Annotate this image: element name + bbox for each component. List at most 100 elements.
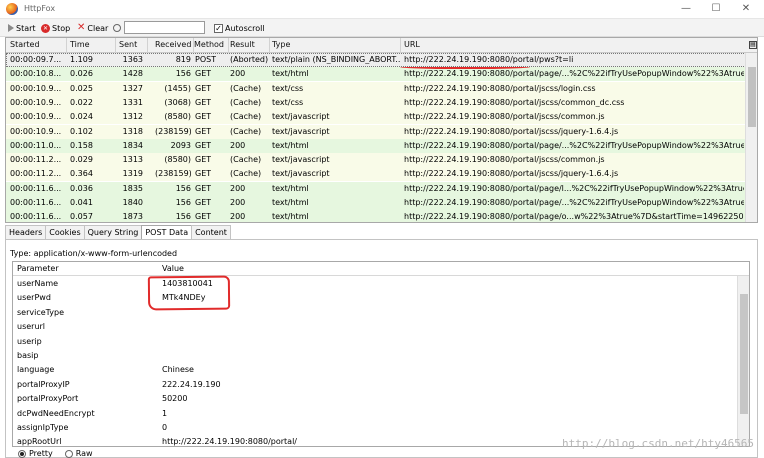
cell-received: (8580) xyxy=(164,112,191,122)
cell-received: (238159) xyxy=(155,126,191,136)
tab-content[interactable]: Content xyxy=(191,225,231,239)
param-name: portalProxyPort xyxy=(17,394,79,404)
cell-type: text/javascript xyxy=(272,155,330,165)
cell-method: GET xyxy=(195,69,212,79)
stop-button[interactable]: ✕ Stop xyxy=(41,22,70,34)
cell-started: 00:00:11.6... xyxy=(10,198,62,207)
table-row[interactable]: 00:00:11.6... 0.057 1873 156 GET 200 text/html… xyxy=(6,210,746,222)
col-type[interactable]: Type xyxy=(272,40,290,49)
col-parameter[interactable]: Parameter xyxy=(17,264,59,273)
post-params-table: Parameter Value userName 1403810041 userPw… xyxy=(12,261,750,447)
raw-radio[interactable]: Raw xyxy=(64,449,93,458)
cell-result: 200 xyxy=(230,198,246,207)
param-name: appRootUrl xyxy=(17,437,62,447)
window-title: HttpFox xyxy=(24,4,56,13)
search-toggle[interactable] xyxy=(113,22,121,34)
table-row[interactable]: 00:00:11.0... 0.158 1834 2093 GET 200 text/htm… xyxy=(6,138,746,153)
cell-method: GET xyxy=(195,97,212,107)
table-row[interactable]: 00:00:10.9... 0.024 1312 (8580) GET (Cache) te… xyxy=(6,110,746,125)
annotation-underline xyxy=(400,64,530,69)
autoscroll-toggle[interactable]: ✓ Autoscroll xyxy=(214,22,265,34)
cell-time: 0.025 xyxy=(70,83,93,93)
cell-type: text/javascript xyxy=(272,112,330,122)
tab-query-string[interactable]: Query String xyxy=(83,225,143,239)
param-name: dcPwdNeedEncrypt xyxy=(17,408,95,418)
start-button[interactable]: Start xyxy=(8,22,36,34)
cell-time: 0.102 xyxy=(70,126,93,136)
clear-label: Clear xyxy=(87,23,109,33)
cell-type: text/html xyxy=(272,69,309,79)
param-row[interactable]: userPwd MTk4NDEy xyxy=(13,291,737,306)
col-url[interactable]: URL xyxy=(404,40,420,49)
requests-scroll-thumb[interactable] xyxy=(748,67,756,127)
cell-received: (1455) xyxy=(164,83,191,93)
param-row[interactable]: userurl xyxy=(13,320,737,335)
cell-url: http://222.24.19.190:8080/portal/page/l.… xyxy=(404,183,744,193)
autoscroll-checkbox[interactable]: ✓ xyxy=(214,23,223,33)
tab-post-data[interactable]: POST Data xyxy=(141,225,193,240)
tab-cookies[interactable]: Cookies xyxy=(45,225,85,239)
table-row[interactable]: 00:00:10.9... 0.025 1327 (1455) GET (Cache) te… xyxy=(6,81,746,96)
cell-started: 00:00:11.2... xyxy=(10,155,62,165)
column-picker-icon[interactable]: ▤ xyxy=(749,41,757,49)
requests-scrollbar[interactable] xyxy=(745,53,757,222)
param-row[interactable]: portalProxyPort 50200 xyxy=(13,392,737,407)
param-name: userurl xyxy=(17,322,46,332)
watermark-text: http://blog.csdn.net/hty46565 xyxy=(562,437,755,450)
param-name: serviceType xyxy=(17,307,65,317)
table-row[interactable]: 00:00:11.2... 0.029 1313 (8580) GET (Cache) te… xyxy=(6,153,746,168)
search-input[interactable] xyxy=(124,21,205,34)
param-name: userName xyxy=(17,279,59,288)
param-value: 222.24.19.190 xyxy=(162,379,221,389)
col-result[interactable]: Result xyxy=(230,40,255,49)
table-row[interactable]: 00:00:10.9... 0.102 1318 (238159) GET (Cache)… xyxy=(6,124,746,139)
close-window-button[interactable]: ✕ xyxy=(736,2,756,16)
post-content-type: Type: application/x-www-form-urlencoded xyxy=(10,249,178,258)
table-row[interactable]: 00:00:10.8... 0.026 1428 156 GET 200 text/html… xyxy=(6,67,746,82)
cell-url: http://222.24.19.190:8080/portal/page/..… xyxy=(404,198,744,207)
cell-type: text/plain (NS_BINDING_ABORT... xyxy=(272,55,400,64)
col-value[interactable]: Value xyxy=(162,264,184,273)
param-row[interactable]: serviceType xyxy=(13,306,737,321)
col-sent[interactable]: Sent xyxy=(119,40,137,49)
cell-result: 200 xyxy=(230,140,246,150)
param-row[interactable]: basip xyxy=(13,349,737,364)
post-params-scroll-thumb[interactable] xyxy=(740,294,748,414)
cell-type: text/css xyxy=(272,97,304,107)
param-row[interactable]: portalProxyIP 222.24.19.190 xyxy=(13,378,737,393)
cell-method: GET xyxy=(195,155,212,165)
table-row[interactable]: 00:00:11.6... 0.036 1835 156 GET 200 text/html… xyxy=(6,181,746,196)
cell-result: 200 xyxy=(230,69,246,79)
start-label: Start xyxy=(16,23,36,33)
pretty-radio-dot[interactable] xyxy=(18,449,26,458)
pretty-radio[interactable]: Pretty xyxy=(18,449,53,458)
table-row[interactable]: 00:00:09.7... 1.109 1363 819 POST (Aborted) te… xyxy=(6,53,746,67)
param-row[interactable]: dcPwdNeedEncrypt 1 xyxy=(13,407,737,422)
param-row[interactable]: language Chinese xyxy=(13,363,737,378)
minimize-button[interactable]: — xyxy=(676,2,696,16)
title-bar: HttpFox — ☐ ✕ xyxy=(0,0,764,19)
col-method[interactable]: Method xyxy=(194,40,224,49)
cell-sent: 1840 xyxy=(122,198,143,207)
param-row[interactable]: userip xyxy=(13,335,737,350)
raw-radio-dot[interactable] xyxy=(64,449,73,458)
maximize-button[interactable]: ☐ xyxy=(706,2,726,16)
col-time[interactable]: Time xyxy=(70,40,90,49)
col-started[interactable]: Started xyxy=(10,40,40,49)
param-row[interactable]: userName 1403810041 xyxy=(13,277,737,292)
cell-result: (Cache) xyxy=(230,126,262,136)
cell-time: 0.057 xyxy=(70,212,93,222)
clear-button[interactable]: ✕ Clear xyxy=(77,22,108,34)
cell-url: http://222.24.19.190:8080/portal/pws?t=l… xyxy=(404,55,574,64)
col-received[interactable]: Received xyxy=(155,40,191,49)
table-row[interactable]: 00:00:11.6... 0.041 1840 156 GET 200 text/html… xyxy=(6,196,746,210)
param-name: language xyxy=(17,365,55,375)
cell-url: http://222.24.19.190:8080/portal/jscss/c… xyxy=(404,112,605,122)
cell-result: (Cache) xyxy=(230,155,262,165)
tab-headers[interactable]: Headers xyxy=(5,225,47,239)
table-row[interactable]: 00:00:11.2... 0.364 1319 (238159) GET (Cache)… xyxy=(6,167,746,182)
cell-received: (3068) xyxy=(164,97,191,107)
param-row[interactable]: assignIpType 0 xyxy=(13,421,737,436)
table-row[interactable]: 00:00:10.9... 0.022 1331 (3068) GET (Cache) te… xyxy=(6,95,746,110)
post-params-scrollbar[interactable] xyxy=(737,276,749,446)
